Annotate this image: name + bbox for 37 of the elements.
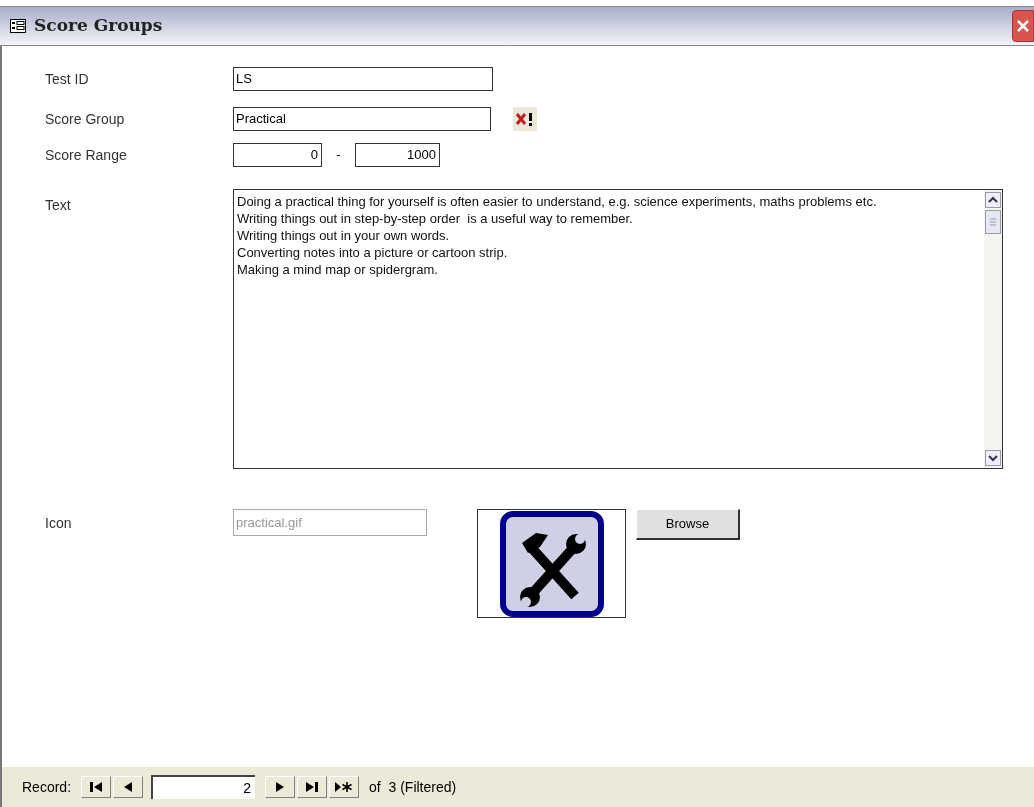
first-record-icon bbox=[90, 782, 103, 792]
close-button[interactable] bbox=[1012, 10, 1034, 42]
field-label: Test ID bbox=[45, 69, 90, 89]
text-area[interactable] bbox=[233, 189, 1003, 469]
record-label: Record: bbox=[22, 777, 72, 797]
close-icon bbox=[1016, 19, 1030, 33]
scrollbar[interactable] bbox=[984, 190, 1002, 468]
field-label: Icon bbox=[45, 514, 73, 533]
scroll-thumb-icon bbox=[985, 210, 1001, 234]
text-content: Doing a practical thing for yourself is often easier to understand, e.g. science experiments, maths problems etc. Writing things out in step-by-step order is a useful way to remember. Writing things out in your own words. Converting notes into a picture or cartoon strip. Making a mind map or spidergram. bbox=[236, 193, 878, 279]
new-record-button[interactable] bbox=[329, 776, 360, 798]
next-record-button[interactable] bbox=[265, 776, 296, 798]
window-title: Score Groups bbox=[34, 14, 163, 38]
record-number-field[interactable]: 2 bbox=[151, 775, 256, 799]
previous-record-icon bbox=[124, 782, 133, 792]
new-record-icon bbox=[335, 781, 354, 793]
previous-record-button[interactable] bbox=[113, 776, 144, 798]
first-record-button[interactable] bbox=[81, 776, 112, 798]
scroll-down-icon bbox=[985, 450, 1001, 466]
record-count: of 3 (Filtered) bbox=[369, 777, 457, 797]
input-field[interactable]: LS bbox=[233, 67, 493, 91]
scroll-up-icon bbox=[985, 192, 1001, 208]
delete-button[interactable] bbox=[513, 107, 537, 131]
field-label: Text bbox=[45, 196, 72, 215]
last-record-button[interactable] bbox=[297, 776, 328, 798]
form-icon bbox=[10, 19, 26, 33]
field-label: Score Range bbox=[45, 145, 128, 165]
hammer-wrench-icon bbox=[499, 510, 604, 617]
last-record-icon bbox=[306, 782, 319, 792]
field-label: Score Group bbox=[45, 109, 126, 129]
browse-button[interactable]: Browse bbox=[636, 509, 740, 540]
input-field[interactable]: 1000 bbox=[355, 143, 440, 167]
next-record-icon bbox=[276, 782, 285, 792]
input-field[interactable]: Practical bbox=[233, 107, 491, 131]
range-separator: - bbox=[335, 146, 342, 165]
input-field[interactable]: 0 bbox=[233, 143, 322, 167]
delete-icon bbox=[515, 111, 535, 127]
